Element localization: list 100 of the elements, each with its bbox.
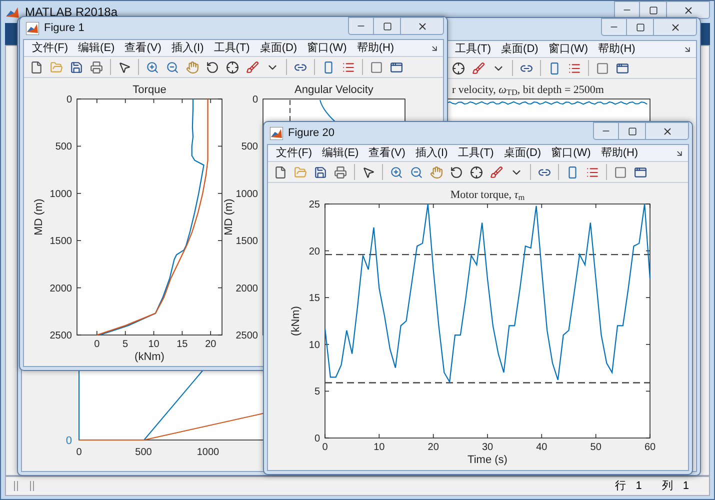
matlab-logo-icon <box>270 126 283 140</box>
dock-icon[interactable] <box>430 44 439 52</box>
brush-icon <box>490 166 503 178</box>
tick-label: 10 <box>148 339 160 350</box>
menu-item[interactable]: 桌面(D) <box>498 145 546 162</box>
menu-item[interactable]: 编辑(E) <box>73 40 120 56</box>
colorbar-icon <box>566 166 579 178</box>
tick-label: 1000 <box>236 188 258 200</box>
close-button[interactable] <box>645 122 689 140</box>
dock-icon[interactable] <box>683 44 692 54</box>
tick-label: 2000 <box>50 283 72 294</box>
menu-item[interactable]: 工具(T) <box>208 40 255 56</box>
tick-label: 0 <box>322 442 328 453</box>
tick-label: 50 <box>590 442 602 453</box>
menu-item[interactable]: 窗口(W) <box>546 145 596 162</box>
menu-item[interactable]: 编辑(E) <box>317 145 364 162</box>
tick-label: 1500 <box>50 236 72 248</box>
maximize-button[interactable] <box>374 17 400 35</box>
square-icon <box>596 62 609 74</box>
hand-icon <box>430 166 443 178</box>
printer-icon <box>334 166 347 178</box>
menu-item[interactable]: 桌面(D) <box>496 41 544 58</box>
close-button[interactable] <box>653 18 697 36</box>
tick-label: 20 <box>205 339 216 350</box>
menu-item[interactable]: 帮助(H) <box>596 145 644 162</box>
zoom-out-icon <box>410 166 423 178</box>
dock-icon[interactable] <box>675 148 684 158</box>
printer-tool[interactable] <box>88 58 105 76</box>
maximize-button[interactable] <box>627 18 653 36</box>
maximize-button[interactable] <box>619 122 645 140</box>
crosshair-icon <box>226 60 239 74</box>
crosshair-tool[interactable] <box>468 164 485 180</box>
new-file-icon <box>274 166 287 178</box>
zoom-out-icon <box>166 60 179 74</box>
menu-item[interactable]: 插入(I) <box>166 40 209 56</box>
menu-item[interactable]: 文件(F) <box>271 145 318 162</box>
colorbar-icon <box>322 60 335 74</box>
crosshair-tool[interactable] <box>450 60 467 76</box>
tick-label: 500 <box>135 447 152 458</box>
menu-item[interactable]: 查看(V) <box>364 145 410 162</box>
close-icon <box>670 22 680 32</box>
legend-icon <box>586 166 599 178</box>
menu-item[interactable]: 工具(T) <box>452 145 499 162</box>
brush-icon <box>246 60 259 74</box>
menu-item[interactable]: 查看(V) <box>120 40 166 56</box>
tick-label: 2500 <box>50 330 72 342</box>
save-icon <box>70 60 83 74</box>
tick-label: 30 <box>482 442 494 453</box>
tick-label: 500 <box>241 142 258 153</box>
printer-icon <box>90 60 103 74</box>
status-label: 行 <box>614 478 626 494</box>
window-title: Figure 20 <box>288 126 334 141</box>
open-folder-icon <box>50 60 63 74</box>
axis-label: (kNm) <box>134 351 164 363</box>
frame-icon <box>634 166 647 178</box>
menu-item[interactable]: 窗口(W) <box>302 40 352 56</box>
menu-item[interactable]: 工具(T) <box>450 41 496 58</box>
printer-tool[interactable] <box>332 164 349 180</box>
tick-label: 0 <box>66 94 72 106</box>
menu-item[interactable]: 帮助(H) <box>593 41 640 58</box>
menu-item[interactable]: 桌面(D) <box>254 40 302 56</box>
maximize-icon <box>628 126 636 136</box>
tick-label: 2000 <box>236 283 258 294</box>
tick-label: 5 <box>122 339 128 350</box>
menu-item[interactable]: 文件(F) <box>27 40 74 56</box>
menu-item[interactable]: 插入(I) <box>410 145 453 162</box>
grip-icon[interactable] <box>14 481 34 491</box>
close-button[interactable] <box>666 1 710 19</box>
tick-label: 40 <box>536 442 548 453</box>
tick-label: 1000 <box>196 447 220 458</box>
chart-title: r velocity, ω$_{TD}$, bit depth = 2500m <box>452 83 604 98</box>
hand-icon <box>186 60 199 74</box>
tick-label: 500 <box>55 142 72 153</box>
maximize-icon <box>382 22 392 30</box>
close-button[interactable] <box>400 17 444 35</box>
crosshair-tool[interactable] <box>224 58 241 76</box>
menu-item[interactable]: 帮助(H) <box>352 40 400 56</box>
crosshair-icon <box>470 166 483 178</box>
frame-icon <box>390 60 403 74</box>
menu-item[interactable]: 窗口(W) <box>543 41 594 58</box>
pointer-icon <box>362 166 375 178</box>
frame-icon <box>616 62 629 74</box>
window-title: MATLAB R2018a <box>25 4 118 21</box>
status-value: 1 <box>682 478 689 494</box>
brush-tool[interactable] <box>244 58 261 76</box>
legend-icon <box>568 62 581 74</box>
save-icon <box>314 166 327 178</box>
axis-label: MD (m) <box>33 198 45 236</box>
legend-icon <box>342 60 355 74</box>
brush-tool[interactable] <box>470 60 487 76</box>
tick-label: 1500 <box>236 236 258 248</box>
close-icon <box>682 4 694 16</box>
axis-label: Time (s) <box>468 454 508 466</box>
pointer-icon <box>118 60 131 74</box>
axis-label: (kNm) <box>290 306 302 336</box>
zoom-in-icon <box>146 60 159 74</box>
brush-tool[interactable] <box>488 164 505 180</box>
tick-label: 20 <box>428 442 439 453</box>
square-icon <box>370 60 383 74</box>
tick-label: 0 <box>66 435 72 447</box>
